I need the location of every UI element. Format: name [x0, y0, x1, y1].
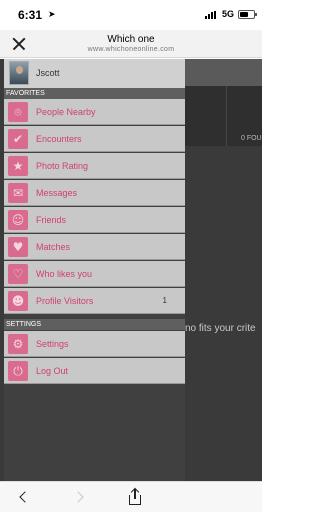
browser-header: Which one www.whichoneonline.com	[0, 30, 262, 58]
browser-toolbar	[0, 481, 262, 512]
found-count: 0 FOU	[241, 135, 262, 142]
user-name: Jscott	[36, 68, 60, 78]
page-url[interactable]: www.whichoneonline.com	[0, 46, 262, 53]
location-pin-icon: ⌾	[8, 102, 28, 122]
location-heart-icon: ♡	[8, 264, 28, 284]
menu-item-label: Settings	[36, 339, 69, 349]
avatar	[9, 61, 29, 85]
page-title: Which one	[107, 34, 155, 45]
checkmark-icon: ✔	[8, 129, 28, 149]
section-header-settings: SETTINGS	[4, 319, 185, 330]
status-bar: 6:31 ➤ 5G	[0, 0, 262, 30]
section-header-favorites: FAVORITES	[4, 88, 185, 99]
cellular-signal-icon	[205, 11, 219, 19]
menu-item-label: Who likes you	[36, 269, 93, 279]
heart-icon: ♥	[8, 237, 28, 257]
menu-item-photo-rating[interactable]: ★ Photo Rating	[4, 153, 185, 179]
location-arrow-icon: ➤	[48, 9, 56, 19]
menu-item-label: Encounters	[36, 134, 82, 144]
back-arrow-icon[interactable]	[18, 492, 28, 502]
star-icon: ★	[8, 156, 28, 176]
menu-item-friends[interactable]: ☺ Friends	[4, 207, 185, 233]
menu-item-people-nearby[interactable]: ⌾ People Nearby	[4, 99, 185, 125]
menu-item-profile-visitors[interactable]: ☻ Profile Visitors 1	[4, 288, 185, 314]
menu-item-label: People Nearby	[36, 107, 96, 117]
menu-item-label: Messages	[36, 188, 78, 198]
menu-item-who-likes-you[interactable]: ♡ Who likes you	[4, 261, 185, 287]
background-header	[185, 59, 262, 86]
status-time: 6:31	[18, 8, 43, 22]
side-drawer: Jscott FAVORITES ⌾ People Nearby ✔ Encou…	[4, 59, 185, 481]
visitor-icon: ☻	[8, 291, 28, 311]
menu-item-matches[interactable]: ♥ Matches	[4, 234, 185, 260]
network-type: 5G	[222, 9, 235, 19]
visitor-count-badge: 1	[162, 296, 167, 305]
user-profile-row[interactable]: Jscott	[4, 59, 185, 88]
empty-results-message: no fits your crite	[185, 323, 256, 334]
gear-icon: ⚙	[8, 334, 28, 354]
share-icon[interactable]	[128, 487, 142, 506]
menu-item-label: Log Out	[36, 366, 69, 376]
menu-item-label: Friends	[36, 215, 67, 225]
menu-item-label: Profile Visitors	[36, 296, 94, 306]
menu-item-label: Photo Rating	[36, 161, 89, 171]
battery-icon	[238, 10, 257, 19]
menu-item-settings[interactable]: ⚙ Settings	[4, 331, 185, 357]
menu-item-log-out[interactable]: ⏻ Log Out	[4, 358, 185, 384]
chat-bubble-icon: ✉	[8, 183, 28, 203]
power-icon: ⏻	[8, 361, 28, 381]
menu-item-messages[interactable]: ✉ Messages	[4, 180, 185, 206]
menu-item-encounters[interactable]: ✔ Encounters	[4, 126, 185, 152]
forward-arrow-icon[interactable]	[74, 492, 84, 502]
smiley-icon: ☺	[8, 210, 28, 230]
menu-item-label: Matches	[36, 242, 71, 252]
